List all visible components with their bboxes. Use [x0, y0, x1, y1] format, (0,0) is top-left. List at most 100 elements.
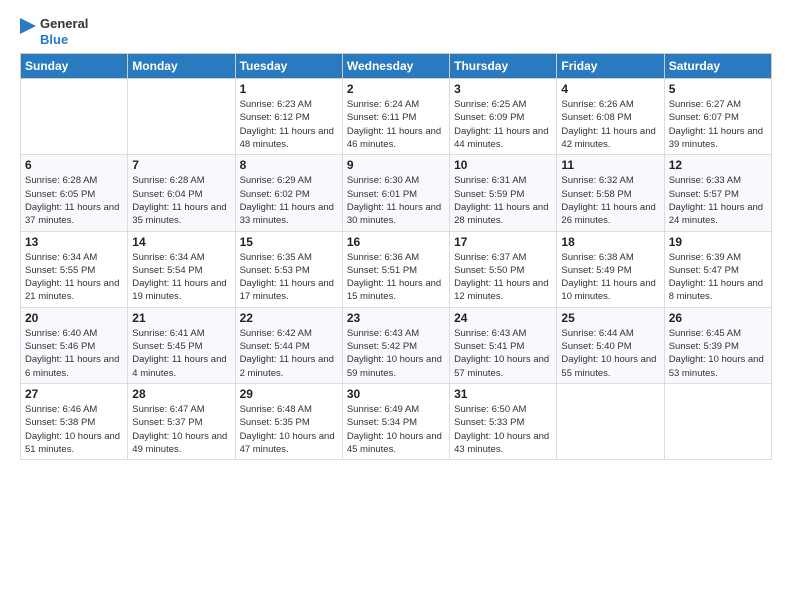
weekday-header-friday: Friday [557, 54, 664, 79]
calendar-cell: 15 Sunrise: 6:35 AMSunset: 5:53 PMDayligh… [235, 231, 342, 307]
calendar-cell: 18 Sunrise: 6:38 AMSunset: 5:49 PMDayligh… [557, 231, 664, 307]
day-number: 19 [669, 235, 767, 249]
day-number: 31 [454, 387, 552, 401]
calendar-cell: 22 Sunrise: 6:42 AMSunset: 5:44 PMDayligh… [235, 307, 342, 383]
day-number: 28 [132, 387, 230, 401]
weekday-header-sunday: Sunday [21, 54, 128, 79]
day-info: Sunrise: 6:37 AMSunset: 5:50 PMDaylight:… [454, 251, 552, 304]
day-number: 20 [25, 311, 123, 325]
calendar-cell: 30 Sunrise: 6:49 AMSunset: 5:34 PMDayligh… [342, 383, 449, 459]
day-number: 22 [240, 311, 338, 325]
calendar-cell: 25 Sunrise: 6:44 AMSunset: 5:40 PMDayligh… [557, 307, 664, 383]
day-info: Sunrise: 6:39 AMSunset: 5:47 PMDaylight:… [669, 251, 767, 304]
day-info: Sunrise: 6:28 AMSunset: 6:04 PMDaylight:… [132, 174, 230, 227]
day-number: 4 [561, 82, 659, 96]
day-number: 29 [240, 387, 338, 401]
day-number: 30 [347, 387, 445, 401]
day-info: Sunrise: 6:27 AMSunset: 6:07 PMDaylight:… [669, 98, 767, 151]
day-number: 10 [454, 158, 552, 172]
day-info: Sunrise: 6:47 AMSunset: 5:37 PMDaylight:… [132, 403, 230, 456]
calendar-cell: 14Sunrise: 6:34 AMSunset: 5:54 PMDayligh… [128, 231, 235, 307]
day-number: 23 [347, 311, 445, 325]
day-info: Sunrise: 6:49 AMSunset: 5:34 PMDaylight:… [347, 403, 445, 456]
day-info: Sunrise: 6:41 AMSunset: 5:45 PMDaylight:… [132, 327, 230, 380]
calendar-cell: 1 Sunrise: 6:23 AMSunset: 6:12 PMDaylight… [235, 79, 342, 155]
calendar-table: SundayMondayTuesdayWednesdayThursdayFrid… [20, 53, 772, 460]
day-info: Sunrise: 6:46 AMSunset: 5:38 PMDaylight:… [25, 403, 123, 456]
day-info: Sunrise: 6:44 AMSunset: 5:40 PMDaylight:… [561, 327, 659, 380]
day-info: Sunrise: 6:35 AMSunset: 5:53 PMDaylight:… [240, 251, 338, 304]
calendar-body: 1 Sunrise: 6:23 AMSunset: 6:12 PMDaylight… [21, 79, 772, 460]
logo: General Blue General Blue [20, 16, 88, 47]
day-number: 15 [240, 235, 338, 249]
weekday-header-saturday: Saturday [664, 54, 771, 79]
day-info: Sunrise: 6:24 AMSunset: 6:11 PMDaylight:… [347, 98, 445, 151]
day-number: 8 [240, 158, 338, 172]
day-number: 25 [561, 311, 659, 325]
day-info: Sunrise: 6:34 AMSunset: 5:54 PMDaylight:… [132, 251, 230, 304]
day-info: Sunrise: 6:31 AMSunset: 5:59 PMDaylight:… [454, 174, 552, 227]
day-number: 24 [454, 311, 552, 325]
calendar-week-row: 27 Sunrise: 6:46 AMSunset: 5:38 PMDayligh… [21, 383, 772, 459]
day-number: 16 [347, 235, 445, 249]
day-info: Sunrise: 6:43 AMSunset: 5:41 PMDaylight:… [454, 327, 552, 380]
calendar-cell: 28 Sunrise: 6:47 AMSunset: 5:37 PMDayligh… [128, 383, 235, 459]
day-info: Sunrise: 6:33 AMSunset: 5:57 PMDaylight:… [669, 174, 767, 227]
calendar-week-row: 20 Sunrise: 6:40 AMSunset: 5:46 PMDayligh… [21, 307, 772, 383]
calendar-cell: 11 Sunrise: 6:32 AMSunset: 5:58 PMDayligh… [557, 155, 664, 231]
day-number: 6 [25, 158, 123, 172]
calendar-cell: 24 Sunrise: 6:43 AMSunset: 5:41 PMDayligh… [450, 307, 557, 383]
day-number: 1 [240, 82, 338, 96]
calendar-cell: 23 Sunrise: 6:43 AMSunset: 5:42 PMDayligh… [342, 307, 449, 383]
page: General Blue General Blue SundayMondayTu… [0, 0, 792, 470]
calendar-cell [21, 79, 128, 155]
calendar-cell: 2 Sunrise: 6:24 AMSunset: 6:11 PMDaylight… [342, 79, 449, 155]
day-info: Sunrise: 6:42 AMSunset: 5:44 PMDaylight:… [240, 327, 338, 380]
calendar-cell: 16 Sunrise: 6:36 AMSunset: 5:51 PMDayligh… [342, 231, 449, 307]
day-info: Sunrise: 6:23 AMSunset: 6:12 PMDaylight:… [240, 98, 338, 151]
calendar-cell: 5Sunrise: 6:27 AMSunset: 6:07 PMDaylight… [664, 79, 771, 155]
calendar-week-row: 1 Sunrise: 6:23 AMSunset: 6:12 PMDaylight… [21, 79, 772, 155]
day-number: 17 [454, 235, 552, 249]
weekday-header-thursday: Thursday [450, 54, 557, 79]
calendar-cell: 31 Sunrise: 6:50 AMSunset: 5:33 PMDayligh… [450, 383, 557, 459]
day-info: Sunrise: 6:36 AMSunset: 5:51 PMDaylight:… [347, 251, 445, 304]
day-number: 2 [347, 82, 445, 96]
day-number: 7 [132, 158, 230, 172]
day-info: Sunrise: 6:50 AMSunset: 5:33 PMDaylight:… [454, 403, 552, 456]
calendar-cell: 12 Sunrise: 6:33 AMSunset: 5:57 PMDayligh… [664, 155, 771, 231]
weekday-header-tuesday: Tuesday [235, 54, 342, 79]
day-info: Sunrise: 6:26 AMSunset: 6:08 PMDaylight:… [561, 98, 659, 151]
calendar-cell [664, 383, 771, 459]
calendar-cell [557, 383, 664, 459]
day-number: 18 [561, 235, 659, 249]
day-number: 27 [25, 387, 123, 401]
calendar-cell [128, 79, 235, 155]
calendar-cell: 29 Sunrise: 6:48 AMSunset: 5:35 PMDayligh… [235, 383, 342, 459]
day-info: Sunrise: 6:25 AMSunset: 6:09 PMDaylight:… [454, 98, 552, 151]
day-info: Sunrise: 6:43 AMSunset: 5:42 PMDaylight:… [347, 327, 445, 380]
calendar-cell: 26Sunrise: 6:45 AMSunset: 5:39 PMDayligh… [664, 307, 771, 383]
calendar-cell: 4 Sunrise: 6:26 AMSunset: 6:08 PMDaylight… [557, 79, 664, 155]
calendar-week-row: 6Sunrise: 6:28 AMSunset: 6:05 PMDaylight… [21, 155, 772, 231]
day-number: 9 [347, 158, 445, 172]
calendar-cell: 13Sunrise: 6:34 AMSunset: 5:55 PMDayligh… [21, 231, 128, 307]
calendar-cell: 27 Sunrise: 6:46 AMSunset: 5:38 PMDayligh… [21, 383, 128, 459]
logo-text-block: General Blue [40, 16, 88, 47]
day-number: 13 [25, 235, 123, 249]
weekday-header-monday: Monday [128, 54, 235, 79]
day-number: 12 [669, 158, 767, 172]
calendar-cell: 10 Sunrise: 6:31 AMSunset: 5:59 PMDayligh… [450, 155, 557, 231]
day-info: Sunrise: 6:32 AMSunset: 5:58 PMDaylight:… [561, 174, 659, 227]
calendar-cell: 8Sunrise: 6:29 AMSunset: 6:02 PMDaylight… [235, 155, 342, 231]
day-number: 21 [132, 311, 230, 325]
day-info: Sunrise: 6:38 AMSunset: 5:49 PMDaylight:… [561, 251, 659, 304]
header: General Blue General Blue [20, 16, 772, 47]
day-info: Sunrise: 6:48 AMSunset: 5:35 PMDaylight:… [240, 403, 338, 456]
day-info: Sunrise: 6:40 AMSunset: 5:46 PMDaylight:… [25, 327, 123, 380]
day-info: Sunrise: 6:30 AMSunset: 6:01 PMDaylight:… [347, 174, 445, 227]
calendar-cell: 3Sunrise: 6:25 AMSunset: 6:09 PMDaylight… [450, 79, 557, 155]
calendar-cell: 17 Sunrise: 6:37 AMSunset: 5:50 PMDayligh… [450, 231, 557, 307]
day-number: 11 [561, 158, 659, 172]
calendar-cell: 6Sunrise: 6:28 AMSunset: 6:05 PMDaylight… [21, 155, 128, 231]
